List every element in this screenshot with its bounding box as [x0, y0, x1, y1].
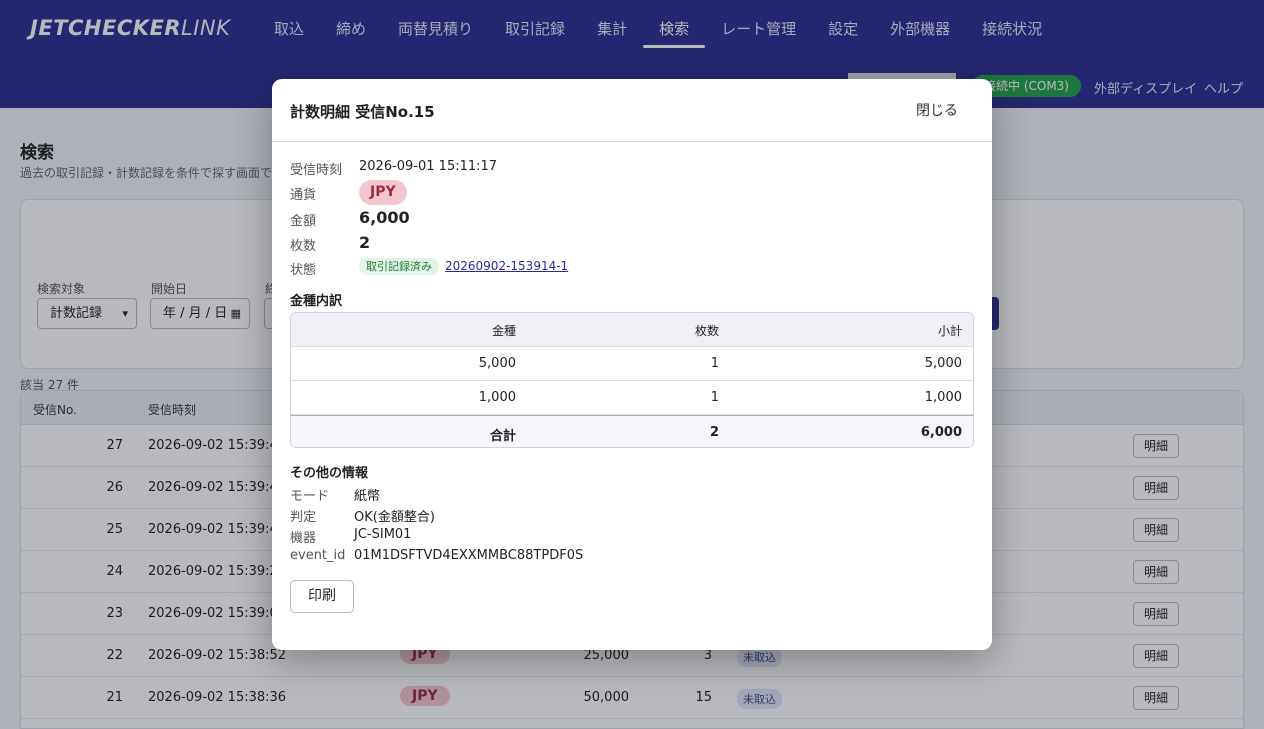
table-total-row: 合計 2 6,000 — [291, 415, 973, 447]
other-info-title: その他の情報 — [290, 466, 369, 481]
currency-badge: JPY — [359, 180, 407, 205]
event-id-value: 01M1DSFTVD4EXXMMBC88TPDF0S — [354, 548, 584, 563]
table-row: 1,000 1 1,000 — [291, 381, 973, 415]
total-count: 2 — [709, 425, 719, 440]
transaction-record-link[interactable]: 20260902-153914-1 — [445, 259, 568, 273]
mode-value: 紙幣 — [354, 489, 381, 504]
judge-value: OK(金額整合) — [354, 510, 435, 525]
judge-label: 判定 — [290, 510, 317, 525]
currency-label: 通貨 — [290, 188, 317, 203]
breakdown-title: 金種内訳 — [290, 294, 343, 309]
col-count: 枚数 — [694, 324, 719, 338]
received-time-label: 受信時刻 — [290, 163, 343, 178]
device-value: JC-SIM01 — [354, 527, 412, 542]
status-badge: 取引記録済み — [359, 258, 439, 275]
print-button[interactable]: 印刷 — [290, 580, 354, 613]
col-denomination: 金種 — [491, 324, 516, 338]
count-value: 2 — [359, 233, 371, 252]
table-header-row: 金種 枚数 小計 — [291, 313, 973, 347]
close-button[interactable]: 閉じる — [908, 97, 966, 125]
cell-subtotal: 1,000 — [924, 390, 962, 405]
cell-denomination: 5,000 — [478, 356, 516, 371]
mode-label: モード — [290, 489, 330, 504]
cell-count: 1 — [710, 390, 719, 405]
count-label: 枚数 — [290, 239, 317, 254]
table-row: 5,000 1 5,000 — [291, 347, 973, 381]
modal-header: 計数明細 受信No.15 閉じる — [272, 79, 992, 142]
received-time-value: 2026-09-01 15:11:17 — [359, 159, 498, 174]
cell-count: 1 — [710, 356, 719, 371]
total-subtotal: 6,000 — [920, 425, 962, 440]
modal-title: 計数明細 受信No.15 — [290, 103, 435, 121]
col-subtotal: 小計 — [937, 324, 962, 338]
event-id-label: event_id — [290, 548, 346, 563]
amount-value: 6,000 — [359, 208, 410, 227]
device-label: 機器 — [290, 531, 317, 546]
cell-denomination: 1,000 — [478, 390, 516, 405]
cell-subtotal: 5,000 — [924, 356, 962, 371]
status-label: 状態 — [290, 263, 317, 278]
amount-label: 金額 — [290, 214, 317, 229]
count-detail-modal: 計数明細 受信No.15 閉じる 受信時刻 2026-09-01 15:11:1… — [272, 79, 992, 650]
denomination-table: 金種 枚数 小計 5,000 1 5,000 1,000 1 1,000 合計 … — [290, 312, 974, 448]
total-label: 合計 — [489, 429, 516, 444]
